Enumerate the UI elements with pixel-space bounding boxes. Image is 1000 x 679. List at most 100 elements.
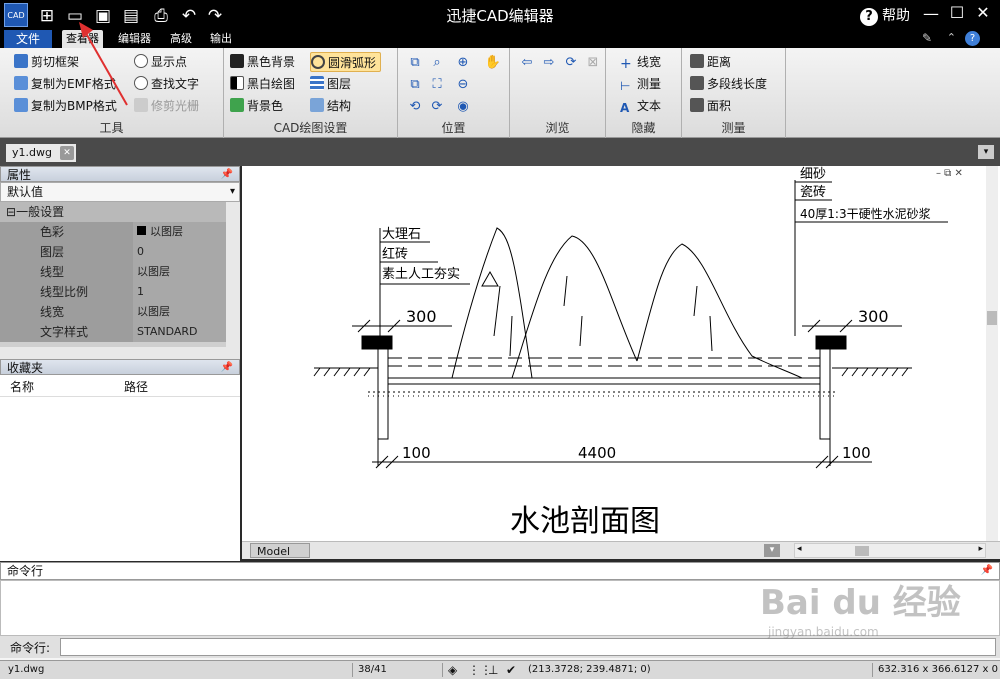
lineweight-button[interactable]: + 线宽 [620,52,661,72]
close-button[interactable]: ✕ [972,3,994,22]
vertical-scrollbar[interactable] [986,166,998,541]
emf-icon [14,76,28,90]
cad-settings-group: 黑色背景 黑白绘图 背景色 圆滑弧形 图层 结构 CAD绘图设置 [224,48,398,138]
properties-header: 属性 📌 [0,166,240,182]
browse-label: 浏览 [545,121,570,135]
zoom-extents-icon[interactable]: ⌕ [428,54,446,72]
svg-text:– ⧉ ✕: – ⧉ ✕ [936,168,963,179]
property-row[interactable]: 线宽 以图层 [0,302,240,322]
tab-advanced[interactable]: 高级 [166,30,196,48]
edit-pen-icon[interactable]: ✎ [922,31,932,45]
ortho-icon[interactable]: ⊥ [488,661,498,679]
zoom-in-icon[interactable]: ⊕ [454,54,472,72]
document-tab[interactable]: y1.dwg ✕ [6,144,76,162]
scroll-right-icon[interactable]: ▸ [978,544,983,554]
layers-button[interactable]: 图层 [310,74,351,94]
cad-drawing: – ⧉ ✕ 大理石 红砖 素土人工夯实 细砂 瓷砖 40厚1:3干硬性水泥砂浆 … [313,167,963,539]
column-path[interactable]: 路径 [124,378,148,395]
minimize-button[interactable]: — [920,4,942,23]
arrow-left-icon[interactable]: ⇦ [518,54,536,72]
zoom-window-icon[interactable]: ⧉ [406,54,424,72]
favorites-header: 收藏夹 📌 [0,359,240,375]
zoom-fit-icon[interactable]: ⛶ [428,76,446,94]
measure-toggle-button[interactable]: ⊢ 测量 [620,74,661,94]
hide-label: 隐藏 [631,121,656,135]
pan-hand-icon[interactable]: ✋ [484,54,502,72]
property-row[interactable]: 线型比例 1 [0,282,240,302]
maximize-button[interactable]: ☐ [946,3,968,22]
drawing-canvas[interactable]: – ⧉ ✕ 大理石 红砖 素土人工夯实 细砂 瓷砖 40厚1:3干硬性水泥砂浆 … [242,166,1000,541]
zoom-out-icon[interactable]: ⊖ [454,76,472,94]
pin-icon[interactable]: 📌 [221,360,233,376]
collapse-ribbon-icon[interactable]: ⌃ [947,31,956,44]
view-icon[interactable]: ◉ [454,98,472,116]
arrow-right-icon[interactable]: ⇨ [540,54,558,72]
distance-icon [690,54,704,68]
tab-output[interactable]: 输出 [206,30,236,48]
polyline-icon [690,76,704,90]
property-row[interactable]: 色彩 以图层 [0,222,240,242]
layout-dropdown-icon[interactable]: ▾ [764,544,780,557]
area-button[interactable]: 面积 [690,96,731,116]
rotate-icon[interactable]: ⟳ [428,98,446,116]
stop-icon[interactable]: ⊠ [584,54,602,72]
document-tabs: y1.dwg ✕ ▾ [0,138,1000,166]
smooth-arc-button[interactable]: 圆滑弧形 [310,52,382,72]
left-panel: 属性 📌 默认值 ▾ ⊟一般设置 色彩 以图层 图层 0 线型 以图层 线型比例 1 线宽以… [0,166,240,561]
label-red-brick: 红砖 [382,246,408,262]
pin-icon[interactable]: 📌 [221,167,233,183]
dim-right-bottom: 100 [842,444,871,462]
browse-group: ⇦ ⇨ ⟳ ⊠ 浏览 [510,48,606,138]
label-tile: 瓷砖 [800,185,826,200]
annotation-arrow [79,22,128,106]
horizontal-scrollbar[interactable]: ◂ ▸ [794,543,986,558]
clip-frame-button[interactable]: 剪切框架 [14,52,79,72]
cad-settings-label: CAD绘图设置 [273,121,348,135]
osnap-icon[interactable]: ✔ [506,661,516,679]
text-icon: A [620,101,630,115]
trim-raster-icon [134,98,148,112]
color-swatch [137,226,146,235]
structure-button[interactable]: 结构 [310,96,351,116]
text-toggle-button[interactable]: A 文本 [620,96,661,116]
scroll-left-icon[interactable]: ◂ [797,544,802,554]
property-row[interactable]: 线型 以图层 [0,262,240,282]
tabs-dropdown-icon[interactable]: ▾ [978,145,994,159]
close-tab-icon[interactable]: ✕ [60,146,74,160]
property-row[interactable]: 文字样式 STANDARD [0,322,240,342]
find-text-button[interactable]: 查找文字 [134,74,199,94]
help-button[interactable]: ? 帮助 [860,5,910,26]
property-row[interactable]: 图层 0 [0,242,240,262]
watermark: Bai du 经验 jingyan.baidu.com [760,583,961,639]
black-background-button[interactable]: 黑色背景 [230,52,295,72]
show-points-button[interactable]: 显示点 [134,52,187,72]
structure-icon [310,98,324,112]
bg-color-icon [230,98,244,112]
dim-right-top: 300 [858,307,889,326]
status-pages: 38/41 [358,664,387,675]
background-color-button[interactable]: 背景色 [230,96,283,116]
measure-label: 测量 [721,121,746,135]
collapse-icon[interactable]: ⊟ [6,205,16,219]
file-menu[interactable]: 文件 [4,30,52,48]
trim-raster-button[interactable]: 修剪光栅 [134,96,199,116]
refresh-icon[interactable]: ⟳ [562,54,580,72]
label-rammed-soil: 素土人工夯实 [382,267,460,282]
properties-scrollbar[interactable] [226,202,240,347]
help-circle-icon[interactable]: ? [965,31,980,46]
column-name[interactable]: 名称 [10,378,34,395]
orbit-icon[interactable]: ⟲ [406,98,424,116]
properties-selector[interactable]: 默认值 ▾ [0,182,240,202]
bw-drawing-button[interactable]: 黑白绘图 [230,74,295,94]
distance-button[interactable]: 距离 [690,52,731,72]
dim-center-bottom: 4400 [578,444,616,462]
favorites-columns: 名称 路径 [0,375,240,397]
model-tab[interactable]: Model [250,543,310,558]
property-group-row[interactable]: ⊟一般设置 [0,202,240,222]
measure-group: 距离 多段线长度 面积 测量 [682,48,786,138]
polyline-length-button[interactable]: 多段线长度 [690,74,767,94]
snap-icon[interactable]: ◈ [448,661,457,679]
zoom-prev-icon[interactable]: ⧉ [406,76,424,94]
help-label: 帮助 [882,8,910,24]
status-coordinates: (213.3728; 239.4871; 0) [528,664,651,675]
